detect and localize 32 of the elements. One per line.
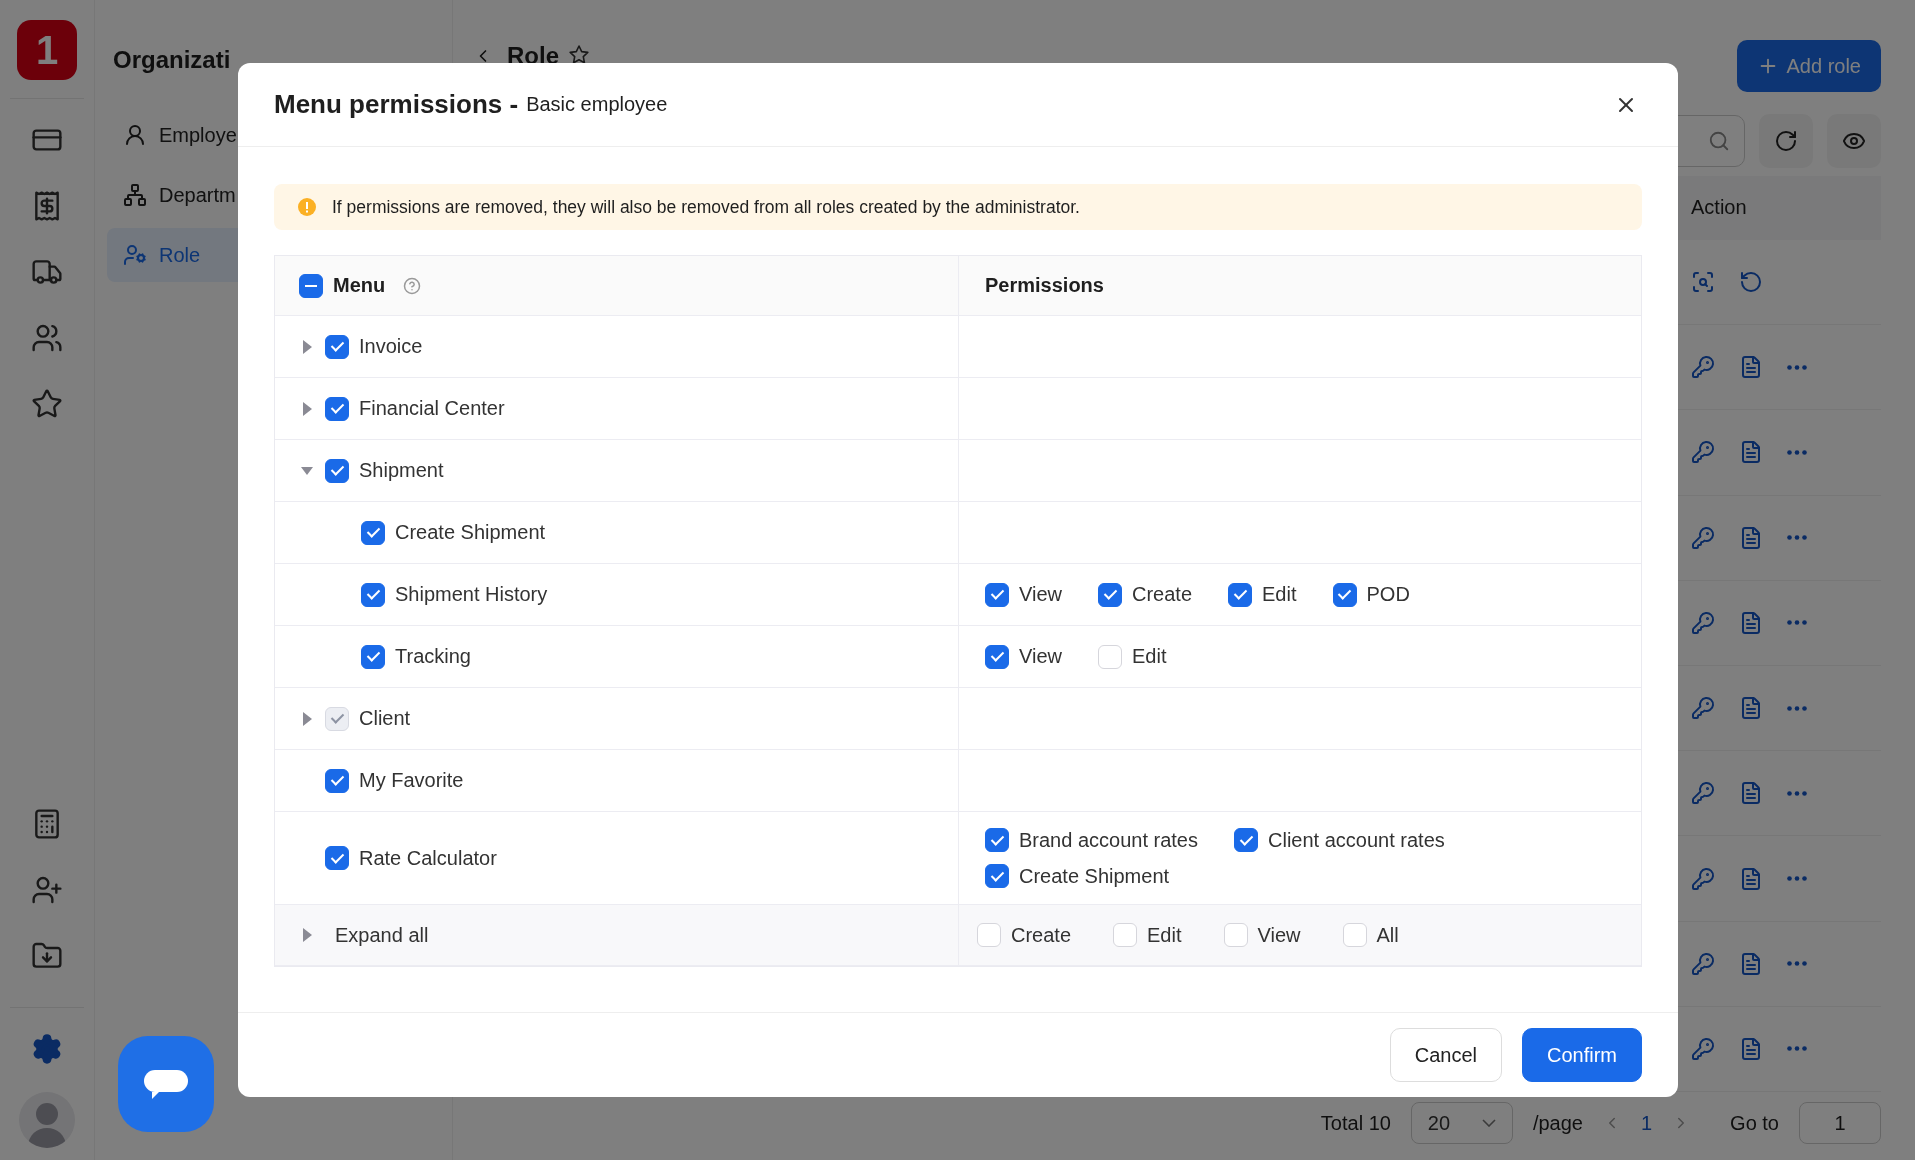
dialog-title: Menu permissions - (274, 89, 519, 120)
column-header: Action (1691, 196, 1747, 220)
permission-label: View (1019, 583, 1062, 606)
alert-text: If permissions are removed, they will also be removed from all roles created by the administrator. (332, 196, 1080, 218)
permission-label: View (1019, 645, 1062, 668)
menu-label: Rate Calculator (359, 846, 497, 870)
permission-label: Brand account rates (1019, 828, 1198, 852)
per-page-label: /page (1532, 1111, 1583, 1135)
menu-label: Shipment (359, 459, 444, 482)
permission-label: Edit (1132, 645, 1167, 668)
menu-label: Shipment History (395, 583, 548, 606)
permission-label: Create Shipment (1019, 864, 1170, 888)
bulk-option-label: Edit (1147, 923, 1182, 947)
dialog-subtitle: Basic employee (526, 93, 668, 116)
menu-label: Tracking (395, 645, 471, 668)
menu-label: Client (359, 707, 411, 730)
menu-label: Create Shipment (395, 521, 546, 544)
column-header: Permissions (985, 274, 1104, 297)
permission-label: Edit (1262, 583, 1297, 606)
goto-label: Go to (1730, 1111, 1779, 1135)
section-title: Organizati (112, 46, 231, 74)
bulk-option-label: View (1257, 923, 1301, 947)
total-count: Total 10 (1320, 1111, 1391, 1135)
permission-label: Create (1132, 583, 1193, 606)
bulk-option-label: Create (1011, 923, 1072, 947)
permission-label: Client account rates (1268, 828, 1445, 852)
permission-label: POD (1366, 583, 1410, 606)
menu-label: Financial Center (359, 397, 505, 420)
column-header: Menu (333, 274, 386, 297)
menu-label: My Favorite (359, 769, 464, 792)
bulk-option-label: All (1376, 923, 1399, 947)
menu-label: Invoice (359, 335, 423, 358)
